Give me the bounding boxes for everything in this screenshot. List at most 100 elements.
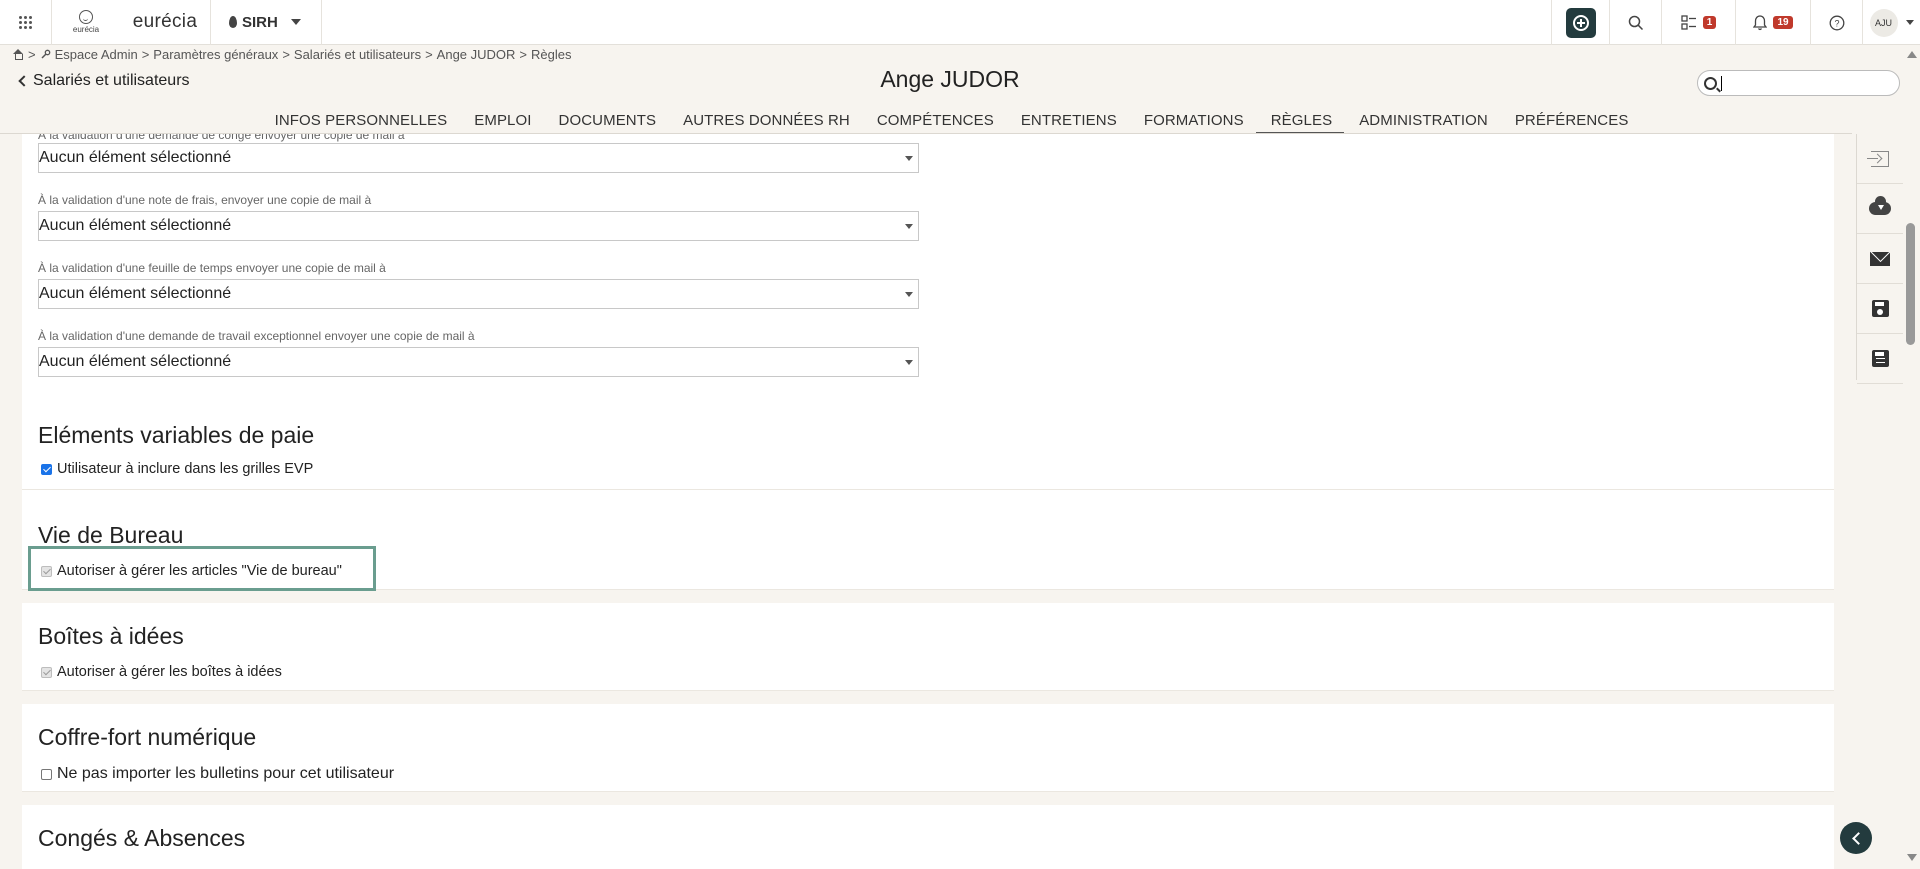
breadcrumb: > Espace Admin > Paramètres généraux > S… xyxy=(12,46,571,62)
create-button[interactable] xyxy=(1551,0,1609,45)
select-value: Aucun élément sélectionné xyxy=(39,353,232,370)
select-note-frais-copy[interactable]: Aucun élément sélectionné xyxy=(38,211,919,241)
top-bar: eurécia eurécia SIRH 1 19 ? AJU xyxy=(0,0,1920,45)
breadcrumb-separator: > xyxy=(519,46,528,62)
tab-administration[interactable]: ADMINISTRATION xyxy=(1344,108,1500,134)
select-value: Aucun élément sélectionné xyxy=(39,149,232,166)
notifications-button[interactable]: 19 xyxy=(1735,0,1810,45)
home-logo[interactable]: eurécia xyxy=(52,0,120,45)
exit-button[interactable] xyxy=(1857,134,1903,184)
plus-circle-icon xyxy=(1565,7,1596,38)
save-button[interactable] xyxy=(1857,284,1903,334)
text-cursor xyxy=(1721,75,1722,91)
tab-competences[interactable]: COMPÉTENCES xyxy=(862,108,1006,134)
module-selector[interactable]: SIRH xyxy=(211,0,322,45)
save-icon xyxy=(1871,300,1889,317)
select-conge-copy[interactable]: Aucun élément sélectionné xyxy=(38,143,919,173)
user-menu[interactable]: AJU xyxy=(1862,0,1920,45)
breadcrumb-separator: > xyxy=(141,46,150,62)
conges-card: Congés & Absences xyxy=(22,805,1834,869)
svg-text:?: ? xyxy=(1834,18,1839,28)
section-title: Congés & Absences xyxy=(38,825,246,851)
caret-down-icon xyxy=(905,224,913,229)
section-title: Eléments variables de paie xyxy=(38,422,315,448)
evp-checkbox[interactable] xyxy=(41,463,52,475)
section-title: Coffre-fort numérique xyxy=(38,724,257,750)
select-value: Aucun élément sélectionné xyxy=(39,217,232,234)
tab-entretiens[interactable]: ENTRETIENS xyxy=(1006,108,1129,134)
scroll-down-arrow-icon[interactable] xyxy=(1907,854,1917,861)
section-title: Vie de Bureau xyxy=(38,522,184,548)
caret-down-icon xyxy=(905,360,913,365)
tab-autres-donnees-rh[interactable]: AUTRES DONNÉES RH xyxy=(668,108,862,134)
scrollbar-thumb[interactable] xyxy=(1906,223,1915,345)
tab-preferences[interactable]: PRÉFÉRENCES xyxy=(1500,108,1641,134)
main-content: À la validation d'une demande de congé e… xyxy=(0,134,1852,869)
field-label: À la validation d'une feuille de temps e… xyxy=(38,261,386,275)
breadcrumb-item-current: Règles xyxy=(531,46,572,62)
tab-documents[interactable]: DOCUMENTS xyxy=(544,108,669,134)
home-icon[interactable] xyxy=(12,48,24,60)
tab-regles[interactable]: RÈGLES xyxy=(1255,108,1345,134)
app-grid-button[interactable] xyxy=(0,0,52,45)
logo-small-text: eurécia xyxy=(72,25,100,34)
select-feuille-temps-copy[interactable]: Aucun élément sélectionné xyxy=(38,279,919,309)
tab-emploi[interactable]: EMPLOI xyxy=(459,108,543,134)
boites-idees-card: Boîtes à idées Autoriser à gérer les boî… xyxy=(22,603,1834,691)
breadcrumb-separator: > xyxy=(425,46,433,62)
save-as-icon xyxy=(1871,350,1889,367)
page-title: Ange JUDOR xyxy=(880,66,1020,92)
smiley-logo-icon xyxy=(79,10,93,24)
topbar-actions: 1 19 ? AJU xyxy=(1551,0,1920,45)
wrench-icon xyxy=(41,49,50,59)
download-button[interactable] xyxy=(1857,184,1903,234)
breadcrumb-separator: > xyxy=(282,46,290,62)
scroll-up-arrow-icon[interactable] xyxy=(1907,51,1917,58)
coffre-fort-checkbox-row[interactable]: Ne pas importer les bulletins pour cet u… xyxy=(41,765,394,783)
breadcrumb-separator: > xyxy=(28,46,36,62)
avatar: AJU xyxy=(1869,8,1898,37)
global-search-button[interactable] xyxy=(1609,0,1661,45)
tab-bar: INFOS PERSONNELLES EMPLOI DOCUMENTS AUTR… xyxy=(0,108,1900,134)
field-label: À la validation d'une demande de travail… xyxy=(38,329,475,343)
breadcrumb-item-salaries[interactable]: Salariés et utilisateurs xyxy=(294,47,421,62)
tasks-icon xyxy=(1681,14,1696,30)
evp-checkbox-row[interactable]: Utilisateur à inclure dans les grilles E… xyxy=(41,461,313,477)
side-action-panel xyxy=(1856,134,1903,384)
cloud-download-icon xyxy=(1869,196,1891,215)
help-icon: ? xyxy=(1829,15,1844,30)
coffre-fort-checkbox[interactable] xyxy=(41,768,52,780)
breadcrumb-item-espace-admin[interactable]: Espace Admin xyxy=(55,47,138,62)
save-as-button[interactable] xyxy=(1857,334,1903,384)
notifications-badge: 19 xyxy=(1773,16,1793,29)
search-icon xyxy=(1628,15,1643,30)
collapse-panel-button[interactable] xyxy=(1840,822,1872,854)
breadcrumb-item-parametres[interactable]: Paramètres généraux xyxy=(153,47,278,62)
brand-name: eurécia xyxy=(132,11,198,32)
coffre-fort-card: Coffre-fort numérique Ne pas importer le… xyxy=(22,704,1834,792)
tab-formations[interactable]: FORMATIONS xyxy=(1129,108,1256,134)
tasks-button[interactable]: 1 xyxy=(1661,0,1735,45)
module-label: SIRH xyxy=(242,13,278,31)
tab-infos-personnelles[interactable]: INFOS PERSONNELLES xyxy=(260,108,460,134)
boites-idees-checkbox-row[interactable]: Autoriser à gérer les boîtes à idées xyxy=(41,664,282,680)
chevron-left-icon xyxy=(1851,831,1865,845)
boites-idees-checkbox[interactable] xyxy=(41,666,52,678)
drop-icon xyxy=(229,16,237,28)
help-button[interactable]: ? xyxy=(1810,0,1862,45)
select-travail-exceptionnel-copy[interactable]: Aucun élément sélectionné xyxy=(38,347,919,377)
mail-icon xyxy=(1870,251,1890,266)
bell-icon xyxy=(1753,14,1768,30)
breadcrumb-item-user[interactable]: Ange JUDOR xyxy=(437,47,516,62)
highlight-frame xyxy=(28,546,376,591)
search-input[interactable] xyxy=(1697,70,1900,96)
caret-down-icon xyxy=(1905,20,1914,25)
select-value: Aucun élément sélectionné xyxy=(39,285,232,302)
scrollbar[interactable] xyxy=(1903,47,1920,869)
caret-down-icon xyxy=(290,19,301,25)
tasks-badge: 1 xyxy=(1702,16,1717,29)
mail-button[interactable] xyxy=(1857,234,1903,284)
checkbox-label: Utilisateur à inclure dans les grilles E… xyxy=(57,461,314,477)
search-icon xyxy=(1704,76,1717,90)
checkbox-label: Autoriser à gérer les boîtes à idées xyxy=(57,664,282,680)
